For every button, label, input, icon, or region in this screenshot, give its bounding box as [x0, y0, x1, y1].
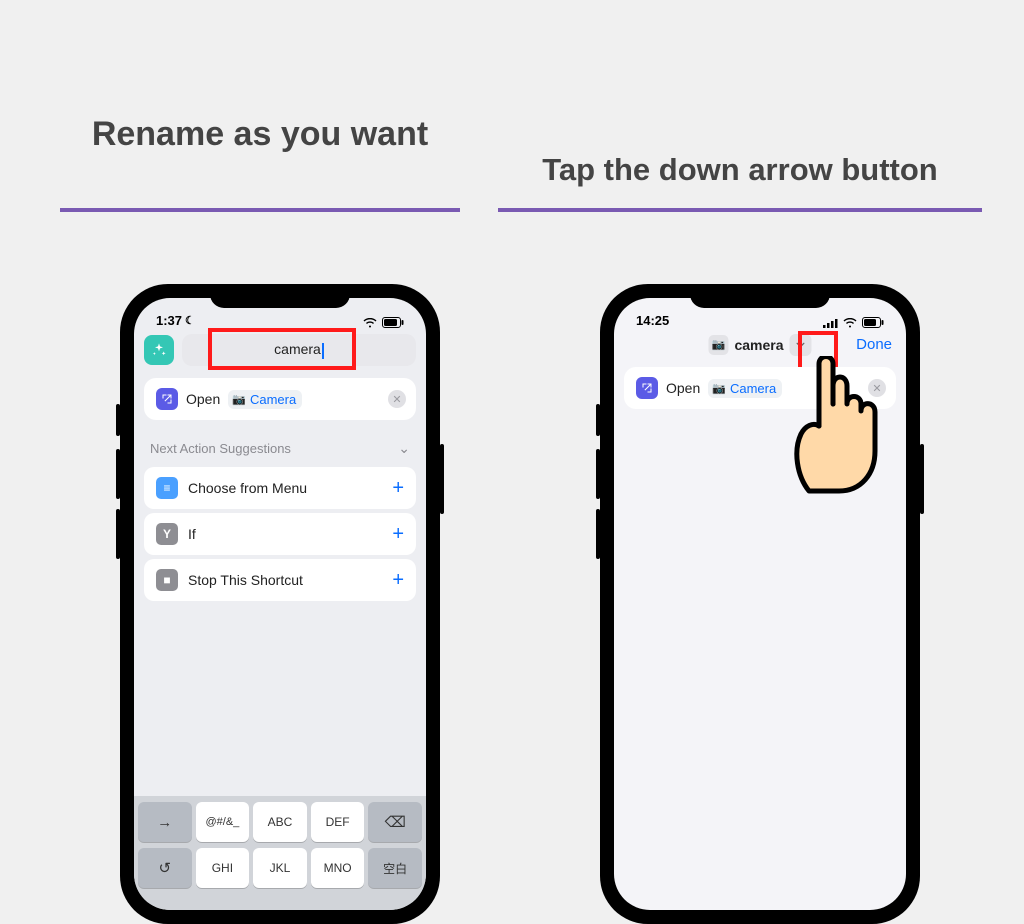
- status-time: 14:25: [636, 313, 669, 328]
- key-jkl[interactable]: JKL: [253, 848, 307, 888]
- tap-hand-illustration: [779, 356, 899, 501]
- camera-icon: 📷: [712, 382, 726, 395]
- status-time: 1:37: [156, 313, 182, 328]
- action-verb: Open: [666, 380, 700, 396]
- app-chip[interactable]: 📷 Camera: [228, 390, 302, 409]
- open-app-icon: [636, 377, 658, 399]
- title-options-dropdown[interactable]: [790, 334, 812, 356]
- battery-icon: [862, 317, 884, 328]
- battery-icon: [382, 317, 404, 328]
- side-button: [596, 449, 600, 499]
- add-suggestion-button[interactable]: +: [392, 569, 404, 592]
- action-verb: Open: [186, 391, 220, 407]
- key-tab[interactable]: →: [138, 802, 192, 842]
- phone-mockup-right: 14:25 📷 camera Done: [600, 284, 920, 924]
- key-abc[interactable]: ABC: [253, 802, 307, 842]
- suggestions-list: ≡ Choose from Menu + Y If + ■ Stop This …: [134, 467, 426, 601]
- done-button[interactable]: Done: [856, 336, 892, 353]
- clear-action-button[interactable]: ✕: [388, 390, 406, 408]
- key-mno[interactable]: MNO: [311, 848, 365, 888]
- suggestion-item[interactable]: ≡ Choose from Menu +: [144, 467, 416, 509]
- app-chip[interactable]: 📷 Camera: [708, 379, 782, 398]
- key-space[interactable]: 空白: [368, 848, 422, 888]
- key-backspace[interactable]: ⌫: [368, 802, 422, 842]
- side-button: [440, 444, 444, 514]
- side-button: [596, 404, 600, 436]
- action-open-app-card[interactable]: Open 📷 Camera ✕: [144, 378, 416, 420]
- menu-icon: ≡: [156, 477, 178, 499]
- sparkle-icon: [151, 342, 167, 358]
- suggestion-label: Stop This Shortcut: [188, 572, 303, 588]
- chevron-down-icon: ⌄: [398, 440, 410, 457]
- shortcut-header: camera: [134, 328, 426, 372]
- status-right: [823, 317, 884, 328]
- suggestion-label: If: [188, 526, 196, 542]
- key-undo[interactable]: ↺: [138, 848, 192, 888]
- shortcut-title-input[interactable]: camera: [182, 334, 416, 366]
- wifi-icon: [842, 318, 858, 328]
- camera-icon: 📷: [232, 393, 246, 406]
- underline-left: [60, 208, 460, 212]
- stop-icon: ■: [156, 569, 178, 591]
- key-def[interactable]: DEF: [311, 802, 365, 842]
- underline-right: [498, 208, 982, 212]
- suggestion-item[interactable]: Y If +: [144, 513, 416, 555]
- side-button: [116, 449, 120, 499]
- keyboard[interactable]: → @#/&_ ABC DEF ⌫ ↺ GHI JKL MNO 空白: [134, 796, 426, 910]
- suggestions-header[interactable]: Next Action Suggestions ⌄: [134, 426, 426, 463]
- title-text: camera: [734, 337, 783, 353]
- suggestions-header-label: Next Action Suggestions: [150, 441, 291, 456]
- notch: [690, 284, 830, 308]
- key-symbols[interactable]: @#/&_: [196, 802, 250, 842]
- status-right: [362, 317, 404, 328]
- add-suggestion-button[interactable]: +: [392, 477, 404, 500]
- app-chip-label: Camera: [730, 381, 776, 396]
- wifi-icon: [362, 318, 378, 328]
- suggestion-item[interactable]: ■ Stop This Shortcut +: [144, 559, 416, 601]
- screen: 14:25 📷 camera Done: [614, 298, 906, 910]
- caption-right: Tap the down arrow button: [498, 150, 982, 190]
- add-suggestion-button[interactable]: +: [392, 523, 404, 546]
- chevron-down-icon: [796, 340, 806, 350]
- shortcut-title[interactable]: 📷 camera: [708, 334, 811, 356]
- side-button: [596, 509, 600, 559]
- caption-left: Rename as you want: [60, 112, 460, 156]
- notch: [210, 284, 350, 308]
- side-button: [920, 444, 924, 514]
- side-button: [116, 509, 120, 559]
- cellular-icon: [823, 318, 838, 328]
- do-not-disturb-icon: ☾: [185, 314, 195, 327]
- screen: 1:37 ☾ camera Open 📷: [134, 298, 426, 910]
- open-app-icon: [156, 388, 178, 410]
- side-button: [116, 404, 120, 436]
- camera-icon: 📷: [708, 335, 728, 355]
- app-chip-label: Camera: [250, 392, 296, 407]
- text-cursor: [322, 343, 324, 359]
- key-ghi[interactable]: GHI: [196, 848, 250, 888]
- title-text: camera: [274, 341, 324, 358]
- shortcut-color-icon[interactable]: [144, 335, 174, 365]
- if-icon: Y: [156, 523, 178, 545]
- phone-mockup-left: 1:37 ☾ camera Open 📷: [120, 284, 440, 924]
- suggestion-label: Choose from Menu: [188, 480, 307, 496]
